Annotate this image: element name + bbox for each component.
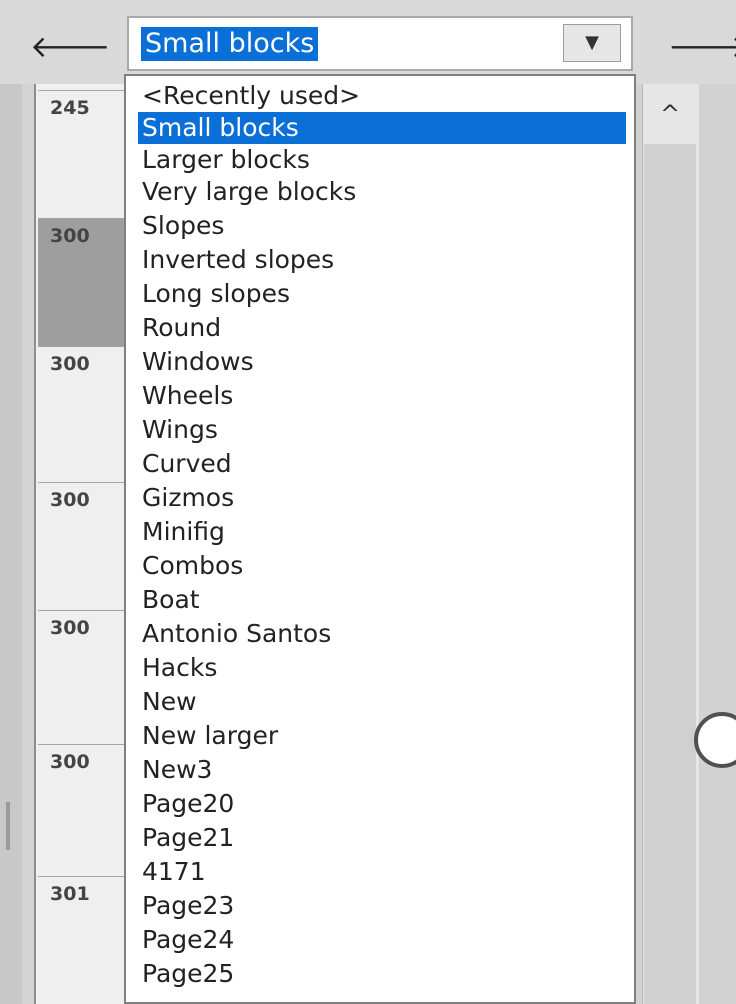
- dropdown-item[interactable]: Larger blocks: [138, 144, 626, 176]
- part-tile[interactable]: 301: [38, 876, 138, 1004]
- dropdown-item[interactable]: Page25: [138, 958, 626, 990]
- dropdown-item[interactable]: Wheels: [138, 380, 626, 412]
- category-dropdown-list[interactable]: <Recently used> Small blocks Larger bloc…: [124, 74, 636, 1004]
- dropdown-item[interactable]: <Recently used>: [138, 80, 626, 112]
- left-edge-strip: [0, 84, 22, 1004]
- part-id: 300: [50, 489, 90, 511]
- part-id: 300: [50, 225, 90, 247]
- parts-panel: 245 300 300 300 300 300 301: [34, 84, 138, 1004]
- dropdown-item[interactable]: Slopes: [138, 210, 626, 242]
- dropdown-item[interactable]: Page21: [138, 822, 626, 854]
- dropdown-item[interactable]: Gizmos: [138, 482, 626, 514]
- dropdown-item[interactable]: Windows: [138, 346, 626, 378]
- dropdown-item[interactable]: Curved: [138, 448, 626, 480]
- arrow-right-icon[interactable]: 🡒: [668, 28, 736, 68]
- dropdown-item[interactable]: Hacks: [138, 652, 626, 684]
- dropdown-item[interactable]: Minifig: [138, 516, 626, 548]
- part-tile-selected[interactable]: 300: [38, 218, 138, 346]
- part-id: 300: [50, 751, 90, 773]
- dropdown-item[interactable]: New larger: [138, 720, 626, 752]
- dropdown-item-selected[interactable]: Small blocks: [138, 112, 626, 144]
- drag-handle[interactable]: [694, 712, 736, 768]
- dropdown-item[interactable]: New: [138, 686, 626, 718]
- toolbar: 🡐 Small blocks ▼ 🡒: [0, 0, 736, 84]
- scrollbar-thumb[interactable]: [644, 144, 696, 1004]
- dropdown-item[interactable]: Wings: [138, 414, 626, 446]
- part-id: 300: [50, 353, 90, 375]
- dropdown-item[interactable]: Long slopes: [138, 278, 626, 310]
- part-tile[interactable]: 300: [38, 346, 138, 474]
- dropdown-item[interactable]: Combos: [138, 550, 626, 582]
- dropdown-item[interactable]: Page23: [138, 890, 626, 922]
- splitter-handle[interactable]: [6, 802, 10, 850]
- dropdown-item[interactable]: Page24: [138, 924, 626, 956]
- arrow-left-icon[interactable]: 🡐: [30, 28, 110, 68]
- part-id: 301: [50, 883, 90, 905]
- combo-selected-value: Small blocks: [141, 27, 319, 61]
- dropdown-item[interactable]: Antonio Santos: [138, 618, 626, 650]
- dropdown-item[interactable]: New3: [138, 754, 626, 786]
- category-combobox[interactable]: Small blocks ▼: [127, 16, 633, 71]
- right-scroll-area: ^: [636, 84, 736, 1004]
- dropdown-item[interactable]: Boat: [138, 584, 626, 616]
- scroll-up-icon[interactable]: ^: [642, 94, 698, 134]
- dropdown-item[interactable]: Inverted slopes: [138, 244, 626, 276]
- chevron-down-icon: ▼: [585, 32, 599, 53]
- part-tile[interactable]: 300: [38, 610, 138, 738]
- part-id: 245: [50, 97, 90, 119]
- part-tile[interactable]: 245: [38, 90, 138, 218]
- dropdown-item[interactable]: Round: [138, 312, 626, 344]
- part-tile[interactable]: 300: [38, 482, 138, 610]
- dropdown-item[interactable]: Page20: [138, 788, 626, 820]
- part-tile[interactable]: 300: [38, 744, 138, 872]
- dropdown-item[interactable]: Very large blocks: [138, 176, 626, 208]
- dropdown-button[interactable]: ▼: [563, 24, 621, 62]
- dropdown-item[interactable]: 4171: [138, 856, 626, 888]
- part-id: 300: [50, 617, 90, 639]
